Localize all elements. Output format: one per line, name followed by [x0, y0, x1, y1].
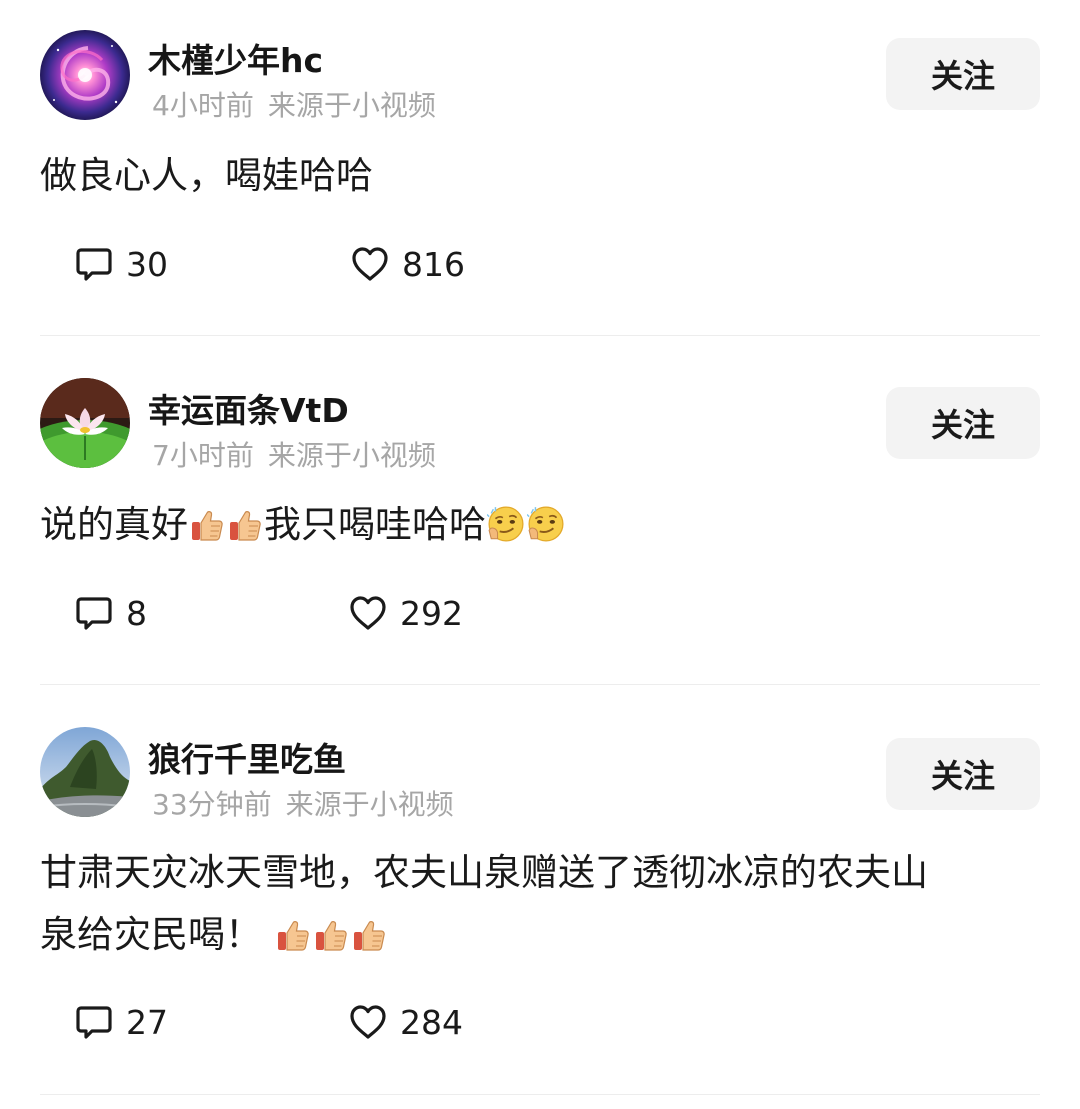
heart-icon	[348, 1002, 388, 1042]
reply-count: 8	[126, 593, 147, 633]
like-stat[interactable]: 292	[348, 593, 463, 633]
comment-meta: 4小时前 来源于小视频	[152, 84, 436, 124]
comment-bubble-icon	[74, 244, 114, 284]
reply-stat[interactable]: 8	[74, 593, 147, 633]
comment-item: 狼行千里吃鱼 33分钟前 来源于小视频 关注 甘肃天灾冰天雪地，农夫山泉赠送了透彻…	[0, 685, 1080, 1109]
reply-count: 30	[126, 244, 168, 284]
avatar[interactable]	[40, 378, 130, 468]
thumbs-up-emoji	[227, 507, 263, 543]
comment-feed: 木槿少年hc 4小时前 来源于小视频 关注 做良心人，喝娃哈哈 30 816 幸…	[0, 0, 1080, 1109]
follow-button[interactable]: 关注	[886, 38, 1040, 110]
username[interactable]: 狼行千里吃鱼	[148, 733, 346, 781]
avatar[interactable]	[40, 727, 130, 817]
thumbs-up-emoji	[313, 917, 349, 953]
timestamp: 7小时前	[152, 439, 254, 472]
lotus-avatar-image	[40, 378, 130, 468]
smirk-emoji	[487, 505, 525, 543]
like-stat[interactable]: 284	[348, 1002, 463, 1042]
comment-text-content: 做良心人，喝娃哈哈	[40, 154, 373, 197]
timestamp: 4小时前	[152, 89, 254, 122]
reply-count: 27	[126, 1002, 168, 1042]
like-count: 284	[400, 1002, 463, 1042]
comment-bubble-icon	[74, 593, 114, 633]
divider	[40, 1094, 1040, 1095]
like-count: 292	[400, 593, 463, 633]
reply-stat[interactable]: 27	[74, 1002, 168, 1042]
comment-meta: 7小时前 来源于小视频	[152, 434, 436, 474]
comment-text: 说的真好 我只喝哇哈哈	[40, 494, 1034, 556]
username[interactable]: 木槿少年hc	[148, 34, 323, 82]
thumbs-up-emoji	[189, 507, 225, 543]
galaxy-avatar-image	[40, 30, 130, 120]
reply-stat[interactable]: 30	[74, 244, 168, 284]
comment-meta: 33分钟前 来源于小视频	[152, 783, 454, 823]
heart-icon	[348, 593, 388, 633]
comment-text-line: 甘肃天灾冰天雪地，农夫山泉赠送了透彻冰凉的农夫山	[40, 851, 928, 894]
comment-text: 做良心人，喝娃哈哈	[40, 145, 1034, 207]
comment-text-part: 说的真好	[40, 503, 188, 546]
follow-button[interactable]: 关注	[886, 738, 1040, 810]
source-label: 来源于小视频	[267, 89, 436, 122]
comment-item: 幸运面条VtD 7小时前 来源于小视频 关注 说的真好 我只喝哇哈哈 8 292	[0, 336, 1080, 685]
smirk-emoji	[527, 505, 565, 543]
source-label: 来源于小视频	[285, 788, 454, 821]
avatar[interactable]	[40, 30, 130, 120]
like-count: 816	[402, 244, 465, 284]
username[interactable]: 幸运面条VtD	[148, 384, 349, 432]
timestamp: 33分钟前	[152, 788, 272, 821]
comment-text-line-wrap: 泉给灾民喝！	[40, 904, 1034, 966]
comment-item: 木槿少年hc 4小时前 来源于小视频 关注 做良心人，喝娃哈哈 30 816	[0, 0, 1080, 336]
comment-text-line: 泉给灾民喝！	[40, 913, 262, 956]
comment-text-part: 我只喝哇哈哈	[264, 503, 486, 546]
comment-bubble-icon	[74, 1002, 114, 1042]
source-label: 来源于小视频	[267, 439, 436, 472]
landscape-avatar-image	[40, 727, 130, 817]
thumbs-up-emoji	[275, 917, 311, 953]
follow-button[interactable]: 关注	[886, 387, 1040, 459]
heart-icon	[350, 244, 390, 284]
comment-text: 甘肃天灾冰天雪地，农夫山泉赠送了透彻冰凉的农夫山 泉给灾民喝！	[40, 842, 1034, 966]
like-stat[interactable]: 816	[350, 244, 465, 284]
thumbs-up-emoji	[351, 917, 387, 953]
